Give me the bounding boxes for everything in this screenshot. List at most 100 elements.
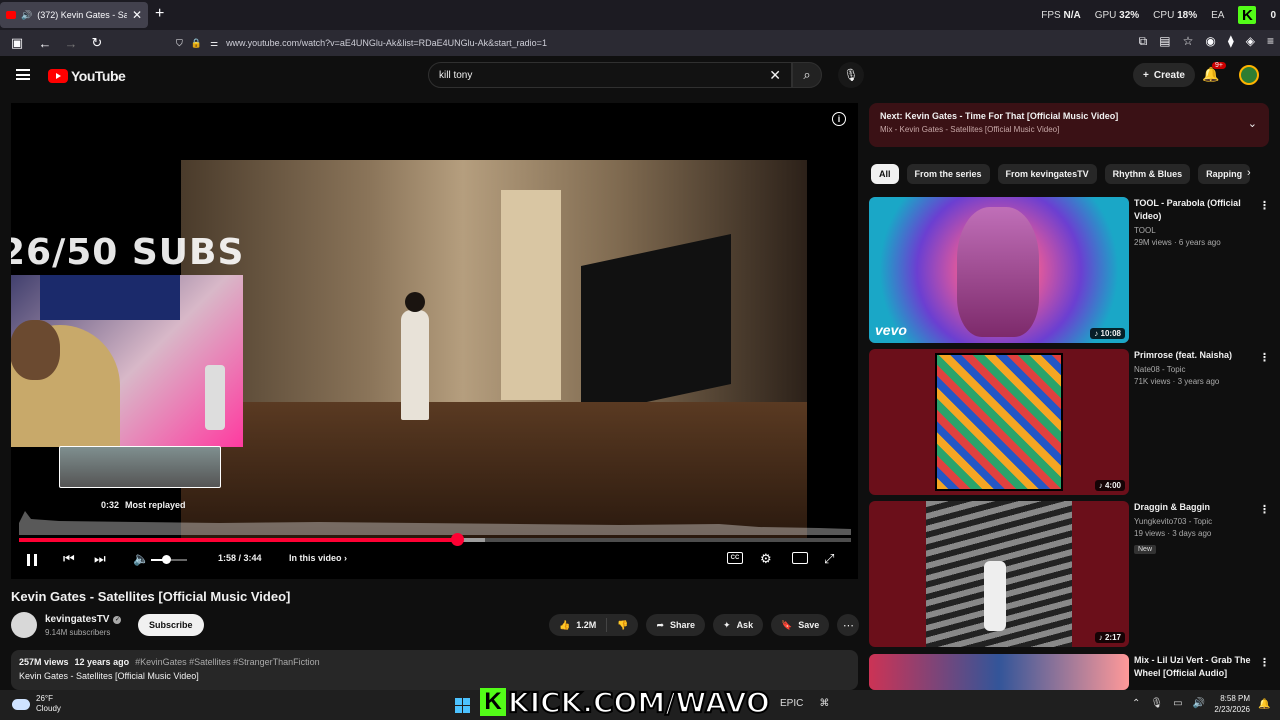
cpu-label: CPU bbox=[1153, 9, 1175, 21]
url-text[interactable]: www.youtube.com/watch?v=aE4UNGlu-Ak&list… bbox=[226, 38, 547, 48]
settings-gear-icon[interactable]: ⚙ bbox=[760, 551, 772, 567]
miniplayer-icon[interactable] bbox=[792, 552, 808, 564]
channel-name[interactable]: kevingatesTV bbox=[45, 614, 109, 625]
volume-slider[interactable] bbox=[162, 555, 171, 564]
info-icon[interactable]: i bbox=[832, 112, 846, 126]
tab-close-button[interactable]: ✕ bbox=[132, 8, 142, 22]
more-options-icon[interactable]: ⋮ bbox=[1259, 199, 1270, 212]
chevron-up-icon[interactable]: ⌃ bbox=[1132, 698, 1140, 709]
chip-from-the-series[interactable]: From the series bbox=[906, 164, 990, 184]
chip-from-channel[interactable]: From kevingatesTV bbox=[997, 164, 1097, 184]
new-tab-button[interactable]: + bbox=[155, 5, 164, 23]
progress-bar[interactable] bbox=[19, 533, 851, 546]
dislike-button[interactable]: 👎 bbox=[607, 614, 638, 636]
weather-widget[interactable]: 26°F Cloudy bbox=[12, 694, 61, 714]
volume-icon[interactable]: 🔈 bbox=[133, 551, 149, 567]
upload-age: 12 years ago bbox=[74, 657, 130, 667]
up-next-playlist-bar[interactable]: Next: Kevin Gates - Time For That [Offic… bbox=[869, 103, 1269, 147]
youtube-logo[interactable]: YouTube bbox=[48, 68, 126, 84]
volume-tray-icon[interactable]: 🔊 bbox=[1193, 698, 1205, 709]
lock-icon[interactable]: 🔒 bbox=[191, 38, 202, 49]
search-input[interactable]: kill tony ✕ bbox=[428, 62, 792, 88]
back-button[interactable]: ← bbox=[34, 36, 56, 51]
recommendation-item[interactable]: ♪ 4:00 Primrose (feat. Naisha) Nate08 - … bbox=[869, 349, 1274, 495]
previous-icon[interactable]: ⏮ bbox=[63, 551, 75, 567]
more-actions-icon[interactable]: ⋯ bbox=[837, 614, 860, 636]
speaker-icon[interactable]: 🔊 bbox=[21, 10, 32, 21]
recommendation-title[interactable]: Primrose (feat. Naisha) bbox=[1134, 349, 1259, 362]
in-this-video-button[interactable]: In this video › bbox=[289, 553, 347, 563]
extension-icon[interactable]: ◉ bbox=[1205, 34, 1215, 49]
tab-title: (372) Kevin Gates - Satellites bbox=[37, 10, 127, 20]
puzzle-icon[interactable]: ⧫ bbox=[1228, 34, 1234, 49]
chip-rapping[interactable]: Rapping bbox=[1198, 164, 1251, 184]
chevron-right-icon[interactable]: › bbox=[1247, 167, 1251, 179]
chevron-down-icon[interactable]: ⌄ bbox=[1248, 117, 1257, 130]
browser-tab-active[interactable]: 🔊 (372) Kevin Gates - Satellites ✕ bbox=[0, 2, 148, 28]
bookmark-star-icon[interactable]: ☆ bbox=[1183, 34, 1194, 49]
system-clock[interactable]: 8:58 PM 2/23/2026 bbox=[1212, 693, 1250, 715]
address-bar[interactable]: ⛉ 🔒 ⚌ www.youtube.com/watch?v=aE4UNGlu-A… bbox=[176, 33, 1106, 53]
account-avatar[interactable] bbox=[1239, 65, 1259, 85]
next-prefix: Next: bbox=[880, 111, 903, 121]
mic-tray-icon[interactable]: 🎙 bbox=[1150, 698, 1163, 709]
clear-search-icon[interactable]: ✕ bbox=[769, 67, 781, 84]
recommendation-thumbnail[interactable]: vevo ♪ 10:08 bbox=[869, 197, 1129, 343]
reload-button[interactable]: ↻ bbox=[86, 35, 108, 51]
recommendation-item[interactable]: vevo ♪ 10:08 TOOL - Parabola (Official V… bbox=[869, 197, 1274, 343]
next-icon[interactable]: ⏭ bbox=[94, 551, 106, 567]
chip-all[interactable]: All bbox=[871, 164, 899, 184]
windows-start-icon[interactable] bbox=[455, 698, 470, 713]
up-next-title: Next: Kevin Gates - Time For That [Offic… bbox=[880, 111, 1258, 121]
recommendation-item[interactable]: ♪ 2:17 Draggin & Baggin Yungkevito703 - … bbox=[869, 501, 1274, 647]
shield-icon[interactable]: ⛉ bbox=[176, 38, 183, 49]
recommendation-title[interactable]: Draggin & Baggin bbox=[1134, 501, 1259, 514]
search-query[interactable]: kill tony bbox=[439, 70, 769, 81]
screenshot-icon[interactable]: ⧉ bbox=[1139, 34, 1148, 49]
recommendation-channel[interactable]: Yungkevito703 - Topic bbox=[1134, 517, 1259, 526]
permissions-icon[interactable]: ⚌ bbox=[210, 38, 218, 49]
channel-avatar[interactable] bbox=[11, 612, 37, 638]
channel-name-link[interactable]: kevingatesTV ✓ bbox=[45, 614, 122, 625]
create-button[interactable]: + Create bbox=[1133, 63, 1195, 87]
video-frame[interactable] bbox=[181, 160, 807, 538]
chip-rhythm-blues[interactable]: Rhythm & Blues bbox=[1104, 164, 1191, 184]
search-button[interactable]: ⌕ bbox=[792, 62, 822, 88]
webcam-overlay bbox=[11, 275, 243, 447]
progress-scrubber[interactable] bbox=[451, 533, 465, 546]
recommendation-thumbnail[interactable] bbox=[869, 654, 1129, 690]
captions-icon[interactable]: CC bbox=[727, 552, 743, 564]
like-button[interactable]: 👍 1.2M bbox=[549, 614, 606, 636]
recommendation-thumbnail[interactable]: ♪ 2:17 bbox=[869, 501, 1129, 647]
video-player[interactable]: i 26/50 SUBS 0:32 Most replayed ⏮ ⏭ 🔈 1:… bbox=[11, 103, 858, 579]
guide-menu-icon[interactable] bbox=[16, 69, 30, 80]
more-options-icon[interactable]: ⋮ bbox=[1259, 351, 1270, 364]
xbox-icon[interactable]: ⌘ bbox=[819, 698, 829, 709]
reader-icon[interactable]: ▤ bbox=[1159, 34, 1170, 49]
recommendation-item[interactable]: Mix - Lil Uzi Vert - Grab The Wheel [Off… bbox=[869, 654, 1274, 690]
save-button[interactable]: 🔖 Save bbox=[771, 614, 830, 636]
description-box[interactable]: 257M views 12 years ago #KevinGates #Sat… bbox=[11, 650, 858, 690]
network-icon[interactable]: ▭ bbox=[1173, 698, 1182, 709]
voice-search-button[interactable]: 🎙 bbox=[838, 62, 864, 88]
addon-icon[interactable]: ◈ bbox=[1246, 34, 1255, 49]
pause-icon[interactable] bbox=[27, 554, 37, 566]
recommendation-channel[interactable]: Nate08 - Topic bbox=[1134, 365, 1259, 374]
recommendation-title[interactable]: TOOL - Parabola (Official Video) bbox=[1134, 197, 1259, 223]
more-options-icon[interactable]: ⋮ bbox=[1259, 503, 1270, 516]
subscribe-button[interactable]: Subscribe bbox=[138, 614, 204, 636]
sidebar-toggle-icon[interactable]: ▣ bbox=[6, 35, 28, 51]
notification-bell-icon[interactable]: 🔔 bbox=[1258, 699, 1270, 710]
ask-button[interactable]: ✦ Ask bbox=[713, 614, 764, 636]
recommendation-thumbnail[interactable]: ♪ 4:00 bbox=[869, 349, 1129, 495]
recommendation-views: 19 views · 3 days ago bbox=[1134, 529, 1212, 538]
fullscreen-icon[interactable]: ⤢ bbox=[824, 551, 834, 567]
menu-icon[interactable]: ≡ bbox=[1267, 34, 1274, 49]
recommendation-title[interactable]: Mix - Lil Uzi Vert - Grab The Wheel [Off… bbox=[1134, 654, 1259, 680]
epic-games-icon[interactable]: EPIC bbox=[780, 698, 803, 709]
more-options-icon[interactable]: ⋮ bbox=[1259, 656, 1270, 669]
recommendation-channel[interactable]: TOOL bbox=[1134, 226, 1259, 235]
share-button[interactable]: ➦ Share bbox=[646, 614, 706, 636]
hashtags[interactable]: #KevinGates #Satellites #StrangerThanFic… bbox=[135, 657, 320, 667]
forward-button[interactable]: → bbox=[60, 36, 82, 51]
